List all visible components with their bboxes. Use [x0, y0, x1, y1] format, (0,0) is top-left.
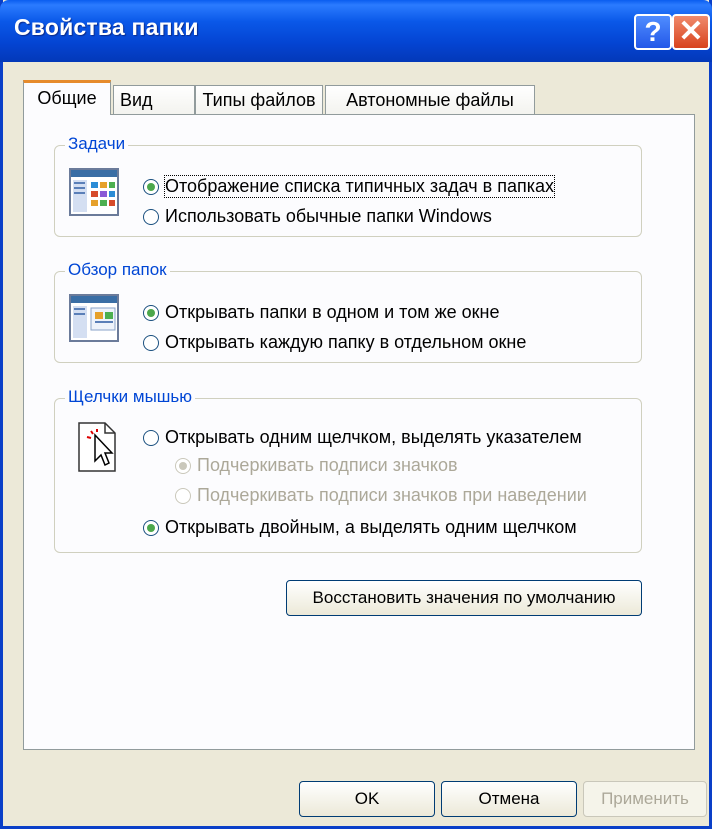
close-button[interactable]: ✕ — [672, 14, 710, 50]
browse-folders-group: Обзор папок Открывать папки в одном и то… — [54, 260, 642, 363]
radio-dot — [175, 457, 191, 474]
apply-button[interactable]: Применить — [583, 781, 707, 817]
radio-label: Подчеркивать подписи значков при наведен… — [197, 485, 587, 505]
radio-label: Использовать обычные папки Windows — [165, 206, 492, 226]
radio-dot[interactable] — [143, 334, 159, 351]
radio-dot[interactable] — [143, 304, 159, 321]
radio-label: Отображение списка типичных задач в папк… — [164, 175, 555, 198]
radio-underline-always: Подчеркивать подписи значков — [175, 455, 458, 476]
radio-label: Подчеркивать подписи значков — [197, 455, 458, 475]
tasks-icon — [69, 168, 119, 221]
tasks-group-legend: Задачи — [65, 134, 129, 154]
radio-show-common-tasks[interactable]: Отображение списка типичных задач в папк… — [143, 175, 555, 198]
browse-folders-group-legend: Обзор папок — [65, 260, 170, 280]
browse-folders-icon — [69, 294, 119, 347]
folder-options-dialog: Свойства папки ? ✕ Общие Вид Типы файлов… — [0, 0, 712, 829]
restore-defaults-button[interactable]: Восстановить значения по умолчанию — [286, 580, 642, 616]
radio-underline-on-hover: Подчеркивать подписи значков при наведен… — [175, 485, 587, 506]
radio-label: Открывать папки в одном и том же окне — [165, 302, 500, 322]
radio-label: Открывать одним щелчком, выделять указат… — [165, 427, 582, 447]
tasks-group: Задачи Отображение списка типичных задач… — [54, 134, 642, 237]
tab-panel-general: Задачи Отображение списка типичных задач… — [23, 114, 695, 750]
radio-open-own-window[interactable]: Открывать каждую папку в отдельном окне — [143, 332, 526, 353]
click-items-group-legend: Щелчки мышью — [65, 387, 196, 407]
cancel-button[interactable]: Отмена — [441, 781, 577, 817]
radio-dot — [175, 487, 191, 504]
title-bar[interactable]: Свойства папки ? ✕ — [0, 0, 712, 62]
radio-open-same-window[interactable]: Открывать папки в одном и том же окне — [143, 302, 500, 323]
radio-use-classic-folders[interactable]: Использовать обычные папки Windows — [143, 206, 492, 227]
window-title: Свойства папки — [14, 14, 199, 40]
radio-dot[interactable] — [143, 178, 159, 195]
ok-button[interactable]: OK — [299, 781, 435, 817]
tab-offline-files[interactable]: Автономные файлы — [325, 85, 535, 114]
tab-file-types[interactable]: Типы файлов — [195, 85, 323, 114]
cursor-click-icon — [77, 421, 117, 478]
radio-dot[interactable] — [143, 429, 159, 446]
radio-single-click[interactable]: Открывать одним щелчком, выделять указат… — [143, 427, 582, 448]
radio-dot[interactable] — [143, 519, 159, 536]
radio-dot[interactable] — [143, 208, 159, 225]
radio-label: Открывать двойным, а выделять одним щелч… — [165, 517, 577, 537]
radio-double-click[interactable]: Открывать двойным, а выделять одним щелч… — [143, 517, 577, 538]
tab-general[interactable]: Общие — [23, 80, 111, 115]
click-items-group: Щелчки мышью Открывать одним щелчком, вы… — [54, 387, 642, 553]
tab-view[interactable]: Вид — [113, 85, 195, 114]
help-button[interactable]: ? — [634, 14, 672, 50]
radio-label: Открывать каждую папку в отдельном окне — [165, 332, 527, 352]
